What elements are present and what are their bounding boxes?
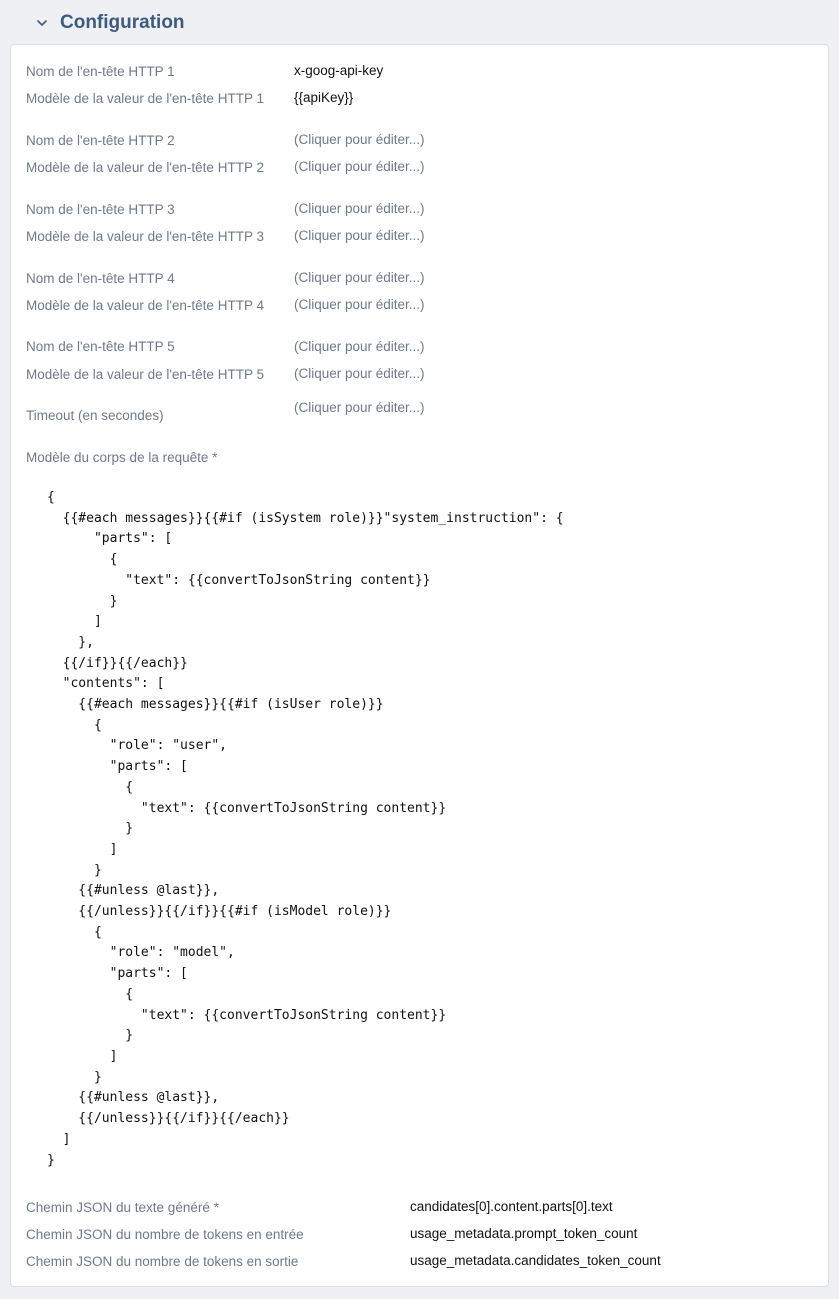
section-header[interactable]: Configuration (0, 0, 839, 44)
header-3-name-placeholder[interactable]: (Cliquer pour éditer...) (294, 201, 425, 216)
header-4-name-placeholder[interactable]: (Cliquer pour éditer...) (294, 270, 425, 285)
json-text-path-value[interactable]: candidates[0].content.parts[0].text (410, 1199, 613, 1214)
header-5-name-label: Nom de l'en-tête HTTP 5 (26, 339, 175, 354)
header-3-value-placeholder[interactable]: (Cliquer pour éditer...) (294, 228, 425, 243)
body-template-label: Modèle du corps de la requête * (26, 450, 218, 465)
json-output-tokens-value[interactable]: usage_metadata.candidates_token_count (410, 1253, 661, 1268)
chevron-down-icon[interactable] (35, 16, 49, 30)
json-input-tokens-value[interactable]: usage_metadata.prompt_token_count (410, 1226, 637, 1241)
json-input-tokens-label: Chemin JSON du nombre de tokens en entré… (26, 1227, 304, 1242)
header-1-value-value[interactable]: {{apiKey}} (294, 90, 353, 105)
header-4-value-label: Modèle de la valeur de l'en-tête HTTP 4 (26, 298, 264, 313)
body-template-code[interactable]: { {{#each messages}}{{#if (isSystem role… (47, 488, 564, 1171)
header-1-name-value[interactable]: x-goog-api-key (294, 63, 383, 78)
section-title: Configuration (60, 12, 185, 33)
header-3-name-label: Nom de l'en-tête HTTP 3 (26, 202, 175, 217)
header-5-name-placeholder[interactable]: (Cliquer pour éditer...) (294, 339, 425, 354)
json-text-path-label: Chemin JSON du texte généré * (26, 1200, 219, 1215)
header-2-name-placeholder[interactable]: (Cliquer pour éditer...) (294, 132, 425, 147)
header-2-value-placeholder[interactable]: (Cliquer pour éditer...) (294, 159, 425, 174)
header-1-name-label: Nom de l'en-tête HTTP 1 (26, 64, 175, 79)
header-4-value-placeholder[interactable]: (Cliquer pour éditer...) (294, 297, 425, 312)
header-2-name-label: Nom de l'en-tête HTTP 2 (26, 133, 175, 148)
header-1-value-label: Modèle de la valeur de l'en-tête HTTP 1 (26, 91, 264, 106)
timeout-placeholder[interactable]: (Cliquer pour éditer...) (294, 400, 425, 415)
json-output-tokens-label: Chemin JSON du nombre de tokens en sorti… (26, 1254, 299, 1269)
timeout-label: Timeout (en secondes) (26, 408, 164, 423)
header-4-name-label: Nom de l'en-tête HTTP 4 (26, 271, 175, 286)
header-5-value-label: Modèle de la valeur de l'en-tête HTTP 5 (26, 367, 264, 382)
header-2-value-label: Modèle de la valeur de l'en-tête HTTP 2 (26, 160, 264, 175)
header-3-value-label: Modèle de la valeur de l'en-tête HTTP 3 (26, 229, 264, 244)
header-5-value-placeholder[interactable]: (Cliquer pour éditer...) (294, 366, 425, 381)
